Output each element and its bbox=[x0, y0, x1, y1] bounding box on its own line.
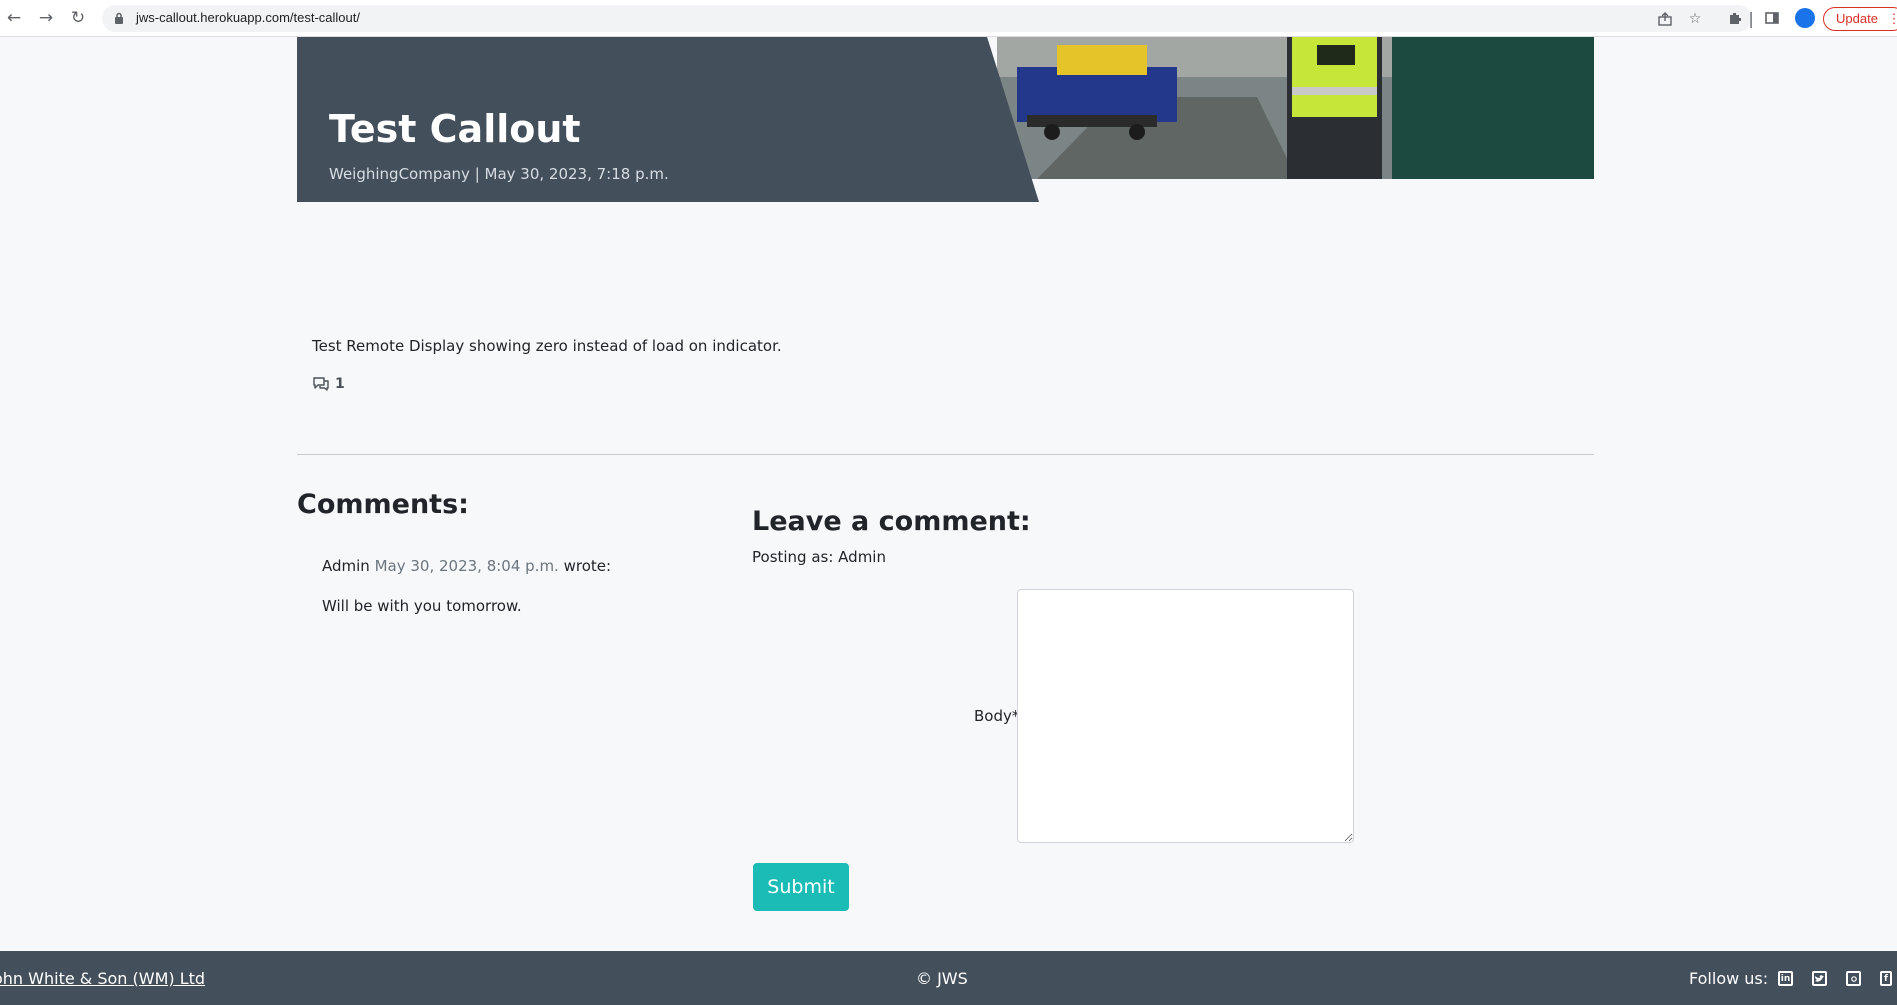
footer: ohn White & Son (WM) Ltd © JWS Follow us… bbox=[0, 951, 1897, 1005]
post-header: Test Callout WeighingCompany | May 30, 2… bbox=[297, 37, 1594, 202]
menu-icon[interactable]: ⋮ bbox=[1888, 11, 1897, 26]
back-icon[interactable]: ← bbox=[3, 7, 25, 29]
forward-icon[interactable]: → bbox=[35, 7, 57, 29]
instagram-icon[interactable] bbox=[1846, 971, 1861, 986]
sidepanel-icon[interactable] bbox=[1762, 8, 1782, 28]
address-bar[interactable]: jws-callout.herokuapp.com/test-callout/ … bbox=[102, 5, 1752, 32]
comment-author: Admin bbox=[322, 557, 370, 575]
comment-body: Will be with you tomorrow. bbox=[322, 597, 522, 615]
profile-icon[interactable] bbox=[1795, 8, 1815, 28]
comments-icon bbox=[313, 377, 329, 391]
extensions-icon[interactable] bbox=[1725, 8, 1745, 28]
facebook-icon[interactable]: f bbox=[1880, 971, 1892, 986]
update-label: Update bbox=[1836, 11, 1878, 26]
header-image bbox=[997, 37, 1594, 179]
post-meta: WeighingCompany | May 30, 2023, 7:18 p.m… bbox=[329, 165, 669, 183]
posting-as: Posting as: Admin bbox=[752, 548, 886, 566]
comment-date: May 30, 2023, 8:04 p.m. bbox=[374, 557, 559, 575]
comment-body-field[interactable] bbox=[1017, 589, 1354, 843]
comment-suffix: wrote: bbox=[563, 557, 612, 575]
url-text[interactable]: jws-callout.herokuapp.com/test-callout/ bbox=[136, 10, 360, 25]
linkedin-icon[interactable]: in bbox=[1778, 971, 1793, 986]
follow-label: Follow us: bbox=[1689, 969, 1769, 988]
section-divider bbox=[297, 454, 1594, 455]
comments-heading: Comments: bbox=[297, 489, 469, 520]
comment-count-value: 1 bbox=[335, 376, 345, 392]
browser-toolbar: ← → ↻ jws-callout.herokuapp.com/test-cal… bbox=[0, 0, 1897, 37]
reload-icon[interactable]: ↻ bbox=[67, 7, 89, 29]
twitter-icon[interactable] bbox=[1812, 971, 1827, 986]
update-button[interactable]: Update ⋮ bbox=[1823, 7, 1897, 31]
leave-comment-heading: Leave a comment: bbox=[752, 506, 1031, 537]
comment-count: 1 bbox=[312, 376, 345, 392]
company-link[interactable]: ohn White & Son (WM) Ltd bbox=[0, 969, 205, 988]
comment-meta: Admin May 30, 2023, 8:04 p.m. wrote: bbox=[322, 557, 611, 575]
lock-icon[interactable] bbox=[114, 12, 124, 24]
post-content: Test Remote Display showing zero instead… bbox=[312, 337, 782, 355]
star-icon[interactable]: ☆ bbox=[1686, 10, 1704, 28]
post-title: Test Callout bbox=[329, 107, 581, 151]
body-label: Body* bbox=[974, 707, 1020, 725]
share-icon[interactable] bbox=[1656, 10, 1674, 28]
toolbar-separator: | bbox=[1748, 8, 1754, 28]
active-tab-indicator bbox=[716, 0, 961, 2]
copyright-text: © JWS bbox=[916, 969, 968, 988]
submit-button[interactable]: Submit bbox=[753, 863, 849, 911]
